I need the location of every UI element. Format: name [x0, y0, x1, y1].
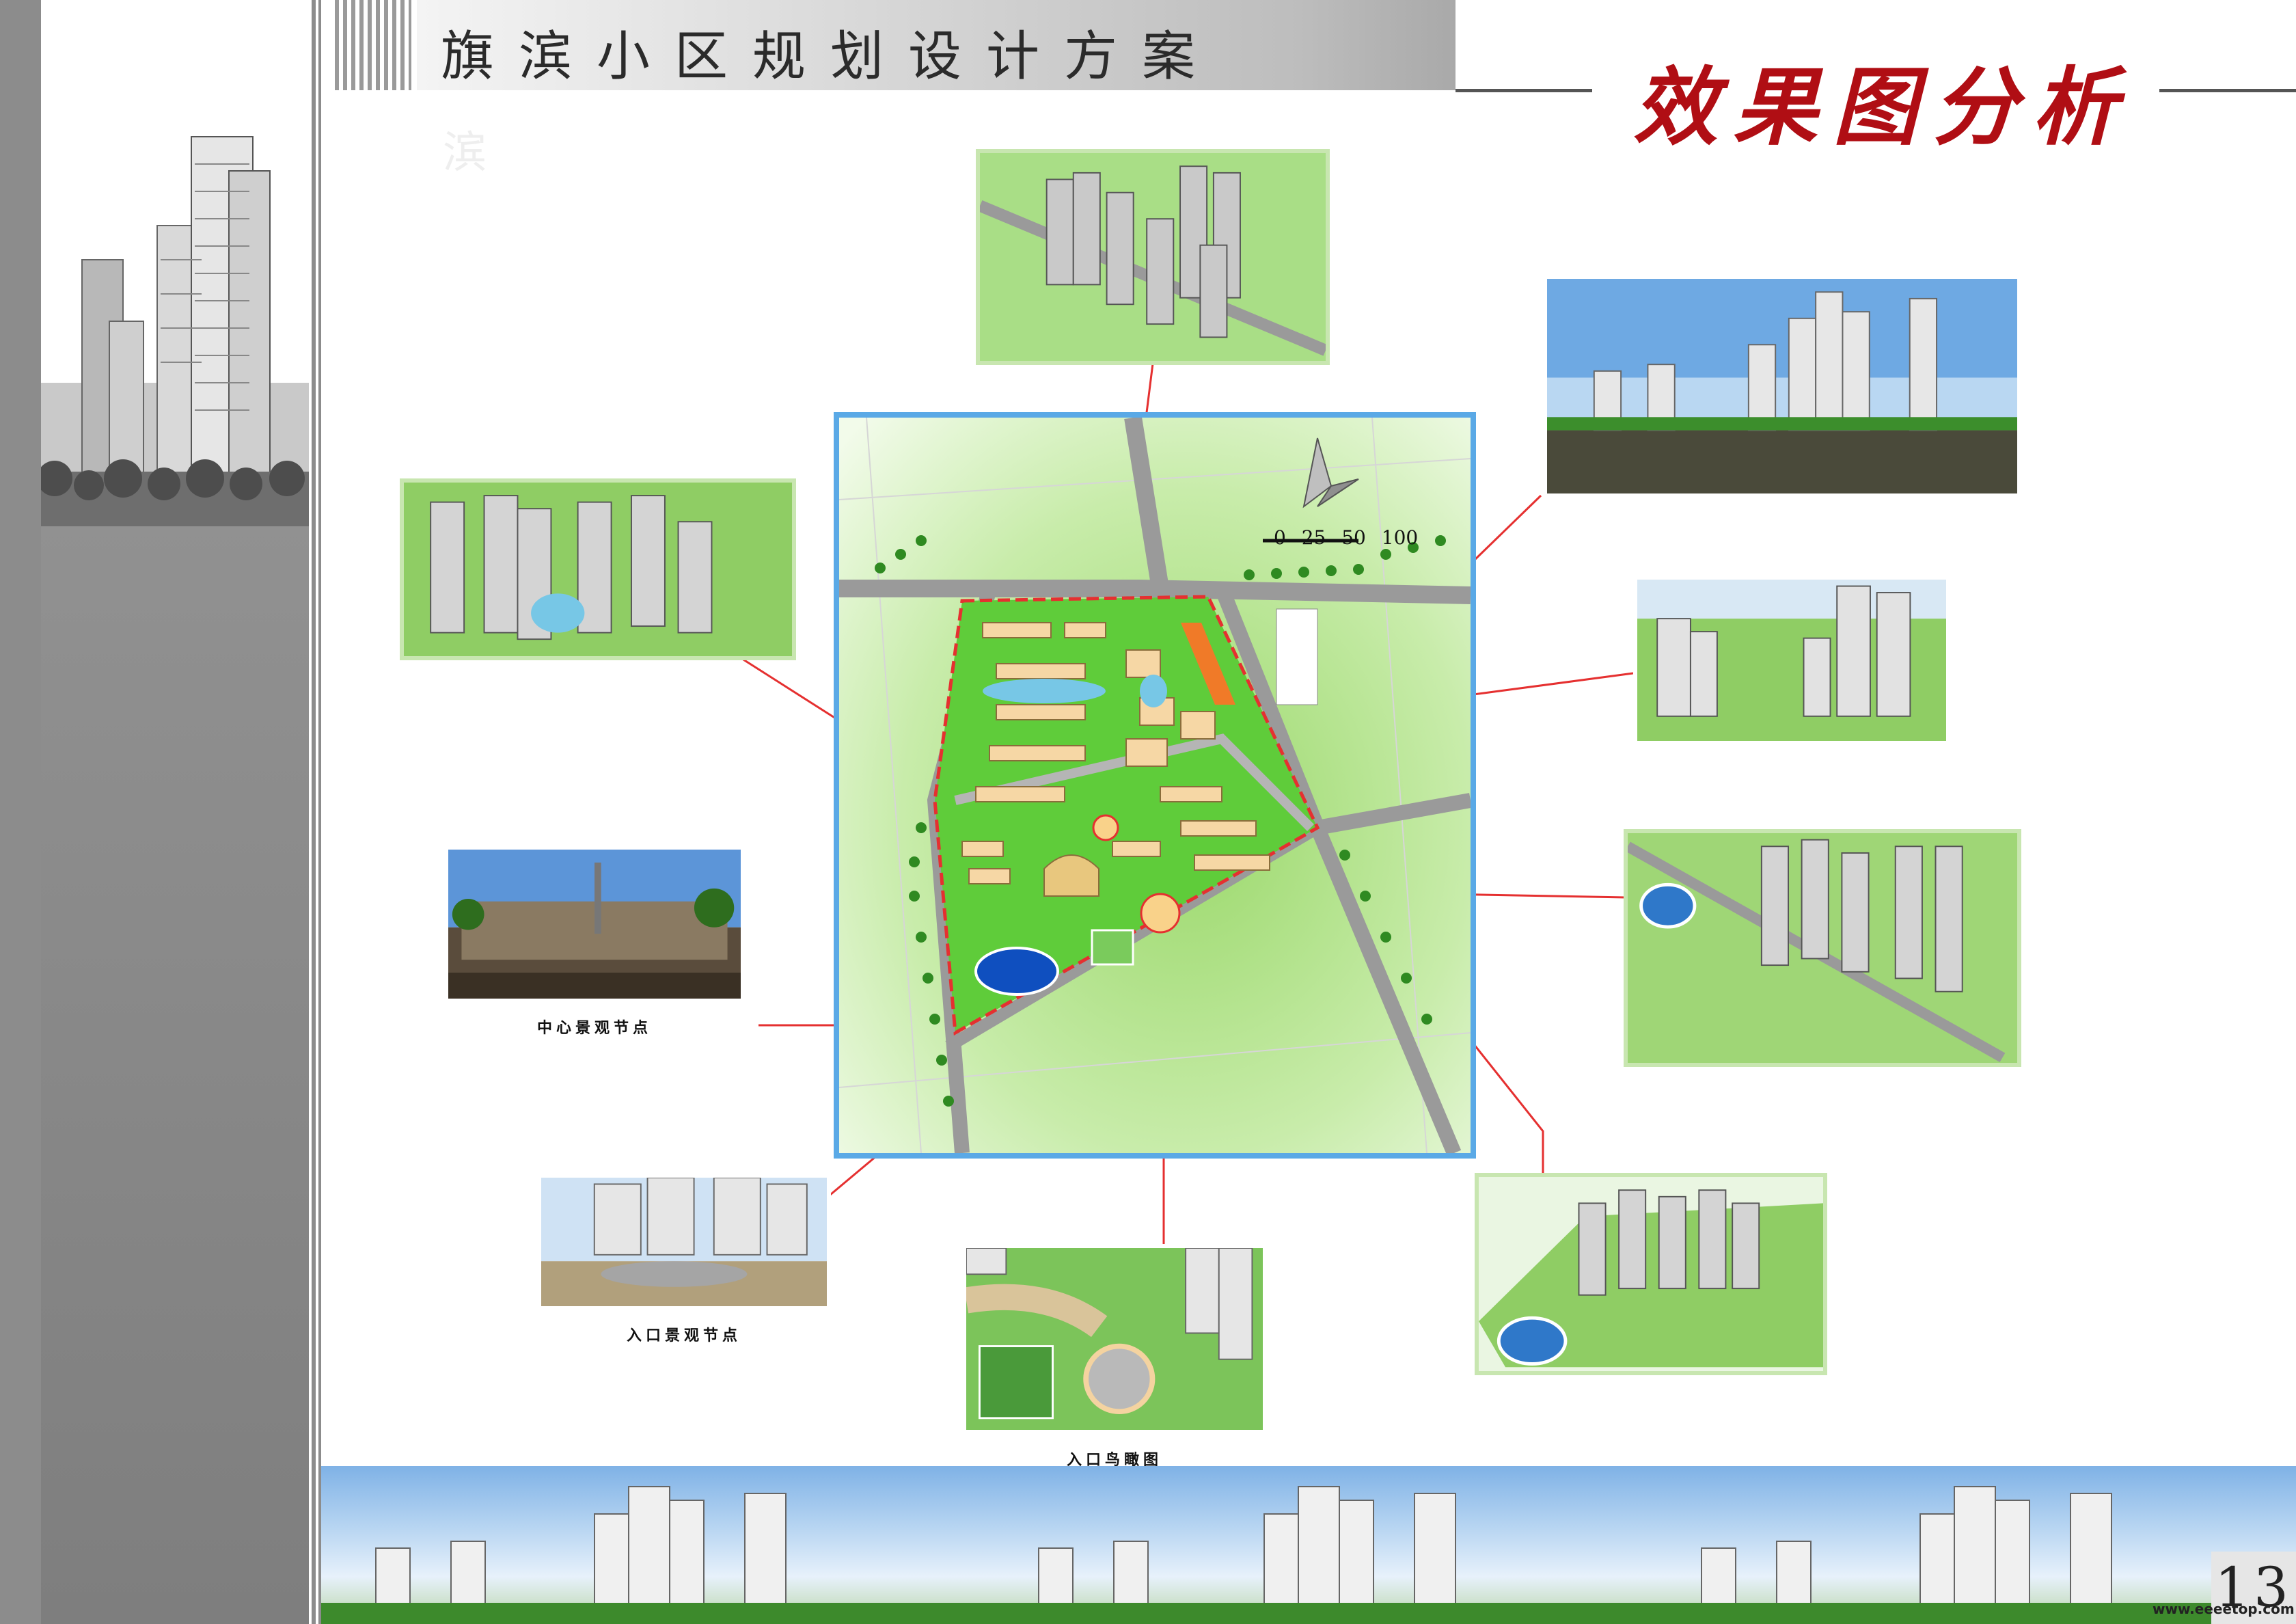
left-rule-2 [316, 0, 318, 1624]
section-title: 效果图分析 [1633, 58, 2133, 157]
center-landscape-rendering [444, 845, 745, 1003]
entrance-aerial-rendering [962, 1244, 1267, 1434]
site-master-plan [834, 412, 1476, 1159]
footer-skyline [321, 1466, 2296, 1624]
entrance-landscape-rendering [537, 1174, 831, 1310]
scale-bar-label: 0 25 50 100 [1274, 526, 1419, 549]
aerial-south-rendering [1475, 1173, 1827, 1375]
aerial-north-rendering [976, 149, 1330, 365]
street-elevation-rendering [1543, 275, 2021, 498]
entrance-landscape-caption: 入口景观节点 [626, 1327, 741, 1344]
aerial-east-rendering [1633, 576, 1950, 745]
aerial-west-rendering [400, 478, 796, 660]
section-title-rule-right [2159, 89, 2296, 92]
title-ghost-char: 滨 [443, 128, 487, 178]
section-title-rule-left [1456, 89, 1592, 92]
page-title: 旗滨小区规划设计方案 [441, 26, 1220, 87]
watermark-text: www.eeeetop.com [2152, 1601, 2295, 1617]
skyline-drawing [321, 1486, 2296, 1624]
left-rule [309, 0, 312, 1624]
left-hero-rendering [37, 0, 309, 541]
center-landscape-caption: 中心景观节点 [536, 1020, 652, 1037]
header-stripe-decoration [331, 0, 411, 90]
aerial-southeast-rendering [1624, 829, 2021, 1067]
